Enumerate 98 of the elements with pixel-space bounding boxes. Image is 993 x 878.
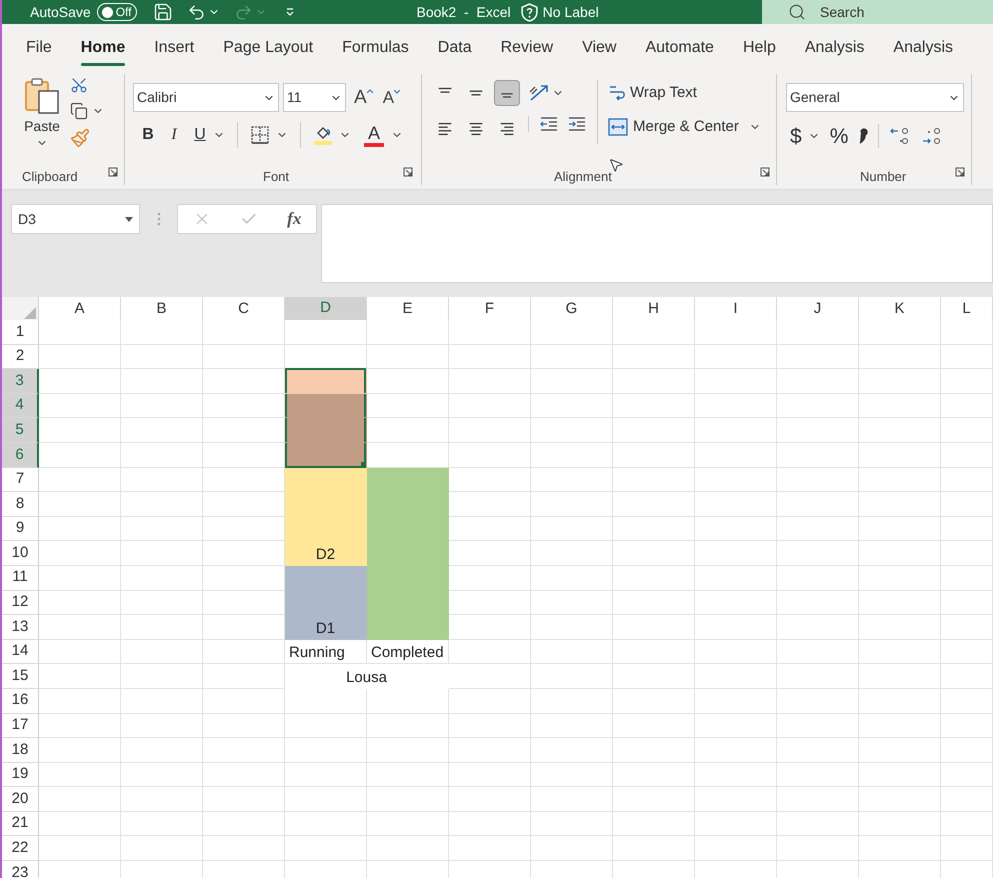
ribbon-tab[interactable]: Analysis (804, 36, 864, 62)
row-header[interactable]: 22 (2, 836, 39, 862)
font-size-dropdown[interactable]: 11 (283, 83, 346, 112)
grip-icon[interactable] (157, 212, 161, 226)
ribbon-tab[interactable]: Page Layout (223, 36, 314, 62)
cell[interactable]: D1 (285, 615, 367, 640)
wrap-text-button[interactable]: Wrap Text (608, 80, 761, 106)
row-header[interactable]: 16 (2, 688, 39, 714)
font-name-dropdown[interactable]: Calibri (133, 83, 279, 112)
group-title: Alignment (554, 168, 612, 186)
row-header[interactable]: 14 (2, 640, 39, 664)
search-field[interactable]: Search (762, 0, 993, 24)
cell[interactable]: D2 (285, 541, 367, 566)
grow-font-button[interactable]: A (354, 88, 373, 107)
search-field[interactable]: Search (820, 2, 970, 22)
ribbon-tab[interactable]: Help (742, 36, 776, 62)
search-icon (788, 3, 806, 21)
save-icon[interactable] (152, 2, 173, 22)
row-header[interactable]: 12 (2, 590, 39, 616)
cell[interactable] (285, 442, 367, 468)
cut-icon[interactable] (70, 76, 88, 94)
row-header[interactable]: 7 (2, 468, 39, 492)
merge-center-button[interactable]: Merge & Center (608, 116, 739, 138)
copy-icon[interactable] (70, 102, 88, 120)
row-header[interactable]: 10 (2, 541, 39, 566)
customize-toolbar-icon[interactable] (284, 7, 295, 17)
row-header[interactable]: 17 (2, 714, 39, 738)
row-header[interactable]: 5 (2, 418, 39, 443)
fill-handle[interactable] (361, 462, 366, 467)
borders-icon[interactable] (250, 125, 270, 145)
group-title: Clipboard (22, 168, 78, 186)
clipboard-icon (23, 76, 61, 116)
shield-icon (520, 2, 538, 22)
underline-button[interactable]: U (193, 123, 207, 147)
name-box[interactable]: D3 (11, 204, 140, 234)
formula-input[interactable] (321, 204, 993, 283)
ribbon-tab[interactable]: File (26, 36, 52, 62)
merge-icon (608, 118, 628, 136)
group-title: Number (860, 168, 906, 186)
cell[interactable]: Running (285, 640, 367, 664)
cell[interactable] (367, 468, 449, 492)
align-bottom-icon[interactable] (494, 80, 520, 106)
row-header[interactable]: 6 (2, 442, 39, 468)
italic-button[interactable]: I (167, 123, 181, 147)
orientation-icon[interactable] (528, 83, 550, 103)
cell[interactable] (285, 566, 367, 591)
ribbon-tab[interactable]: Insert (154, 36, 194, 62)
sensitivity-label: No Label (542, 2, 599, 22)
autosave-label: AutoSave (30, 2, 91, 22)
dropdown-arrow-icon[interactable] (125, 216, 133, 222)
cell[interactable]: Completed (367, 640, 449, 664)
ribbon-tab[interactable]: Automate (645, 36, 714, 62)
window-title: Book2 - Excel (416, 2, 511, 22)
row-header[interactable]: 15 (2, 664, 39, 689)
percent-button[interactable]: % (830, 126, 848, 146)
up-caret-icon (366, 89, 373, 93)
row-header[interactable]: 11 (2, 566, 39, 591)
dialog-launcher-icon[interactable] (760, 167, 770, 177)
autosave-toggle[interactable]: Off (96, 3, 137, 21)
dialog-launcher-icon[interactable] (403, 167, 413, 177)
bold-button[interactable]: B (141, 123, 155, 147)
group-title: Font (263, 168, 290, 186)
ribbon-tab[interactable]: Analysis (893, 36, 953, 62)
row-header[interactable]: 18 (2, 738, 39, 763)
ribbon-tab[interactable]: View (582, 36, 616, 62)
dialog-launcher-icon[interactable] (955, 167, 965, 177)
row-header[interactable]: 21 (2, 812, 39, 836)
ribbon-tab[interactable]: Data (438, 36, 472, 62)
row-header[interactable]: 8 (2, 492, 39, 517)
dialog-launcher-icon[interactable] (108, 167, 118, 177)
font-color-button[interactable]: A (363, 124, 385, 146)
number-format-dropdown[interactable]: General (786, 83, 964, 112)
row-header[interactable]: 2 (2, 344, 39, 370)
paste-button[interactable]: Paste (22, 76, 62, 167)
undo-icon[interactable] (186, 2, 206, 22)
cell[interactable] (367, 615, 449, 640)
shrink-font-button[interactable]: A (382, 89, 400, 106)
row-header[interactable]: 4 (2, 394, 39, 418)
ribbon-tab[interactable]: Review (500, 36, 554, 62)
column-header[interactable]: D (285, 297, 367, 322)
comma-style-icon[interactable] (858, 128, 868, 144)
row-header[interactable]: 3 (2, 369, 39, 394)
wrap-text-icon (608, 84, 626, 102)
cell[interactable] (285, 369, 367, 394)
row-header[interactable]: 1 (2, 320, 39, 345)
format-painter-icon[interactable] (70, 128, 90, 148)
ribbon-tab[interactable]: Formulas (342, 36, 409, 62)
currency-button[interactable]: $ (790, 126, 802, 146)
row-header[interactable]: 13 (2, 615, 39, 640)
row-header[interactable]: 20 (2, 787, 39, 812)
increase-indent-icon[interactable] (567, 116, 587, 132)
insert-function-button[interactable]: fx (287, 206, 302, 232)
redo-icon[interactable] (234, 2, 253, 22)
decrease-indent-icon[interactable] (539, 116, 559, 132)
row-header[interactable]: 19 (2, 762, 39, 788)
down-caret-icon (394, 90, 400, 94)
row-header[interactable]: 9 (2, 516, 39, 542)
cell[interactable] (285, 394, 367, 418)
